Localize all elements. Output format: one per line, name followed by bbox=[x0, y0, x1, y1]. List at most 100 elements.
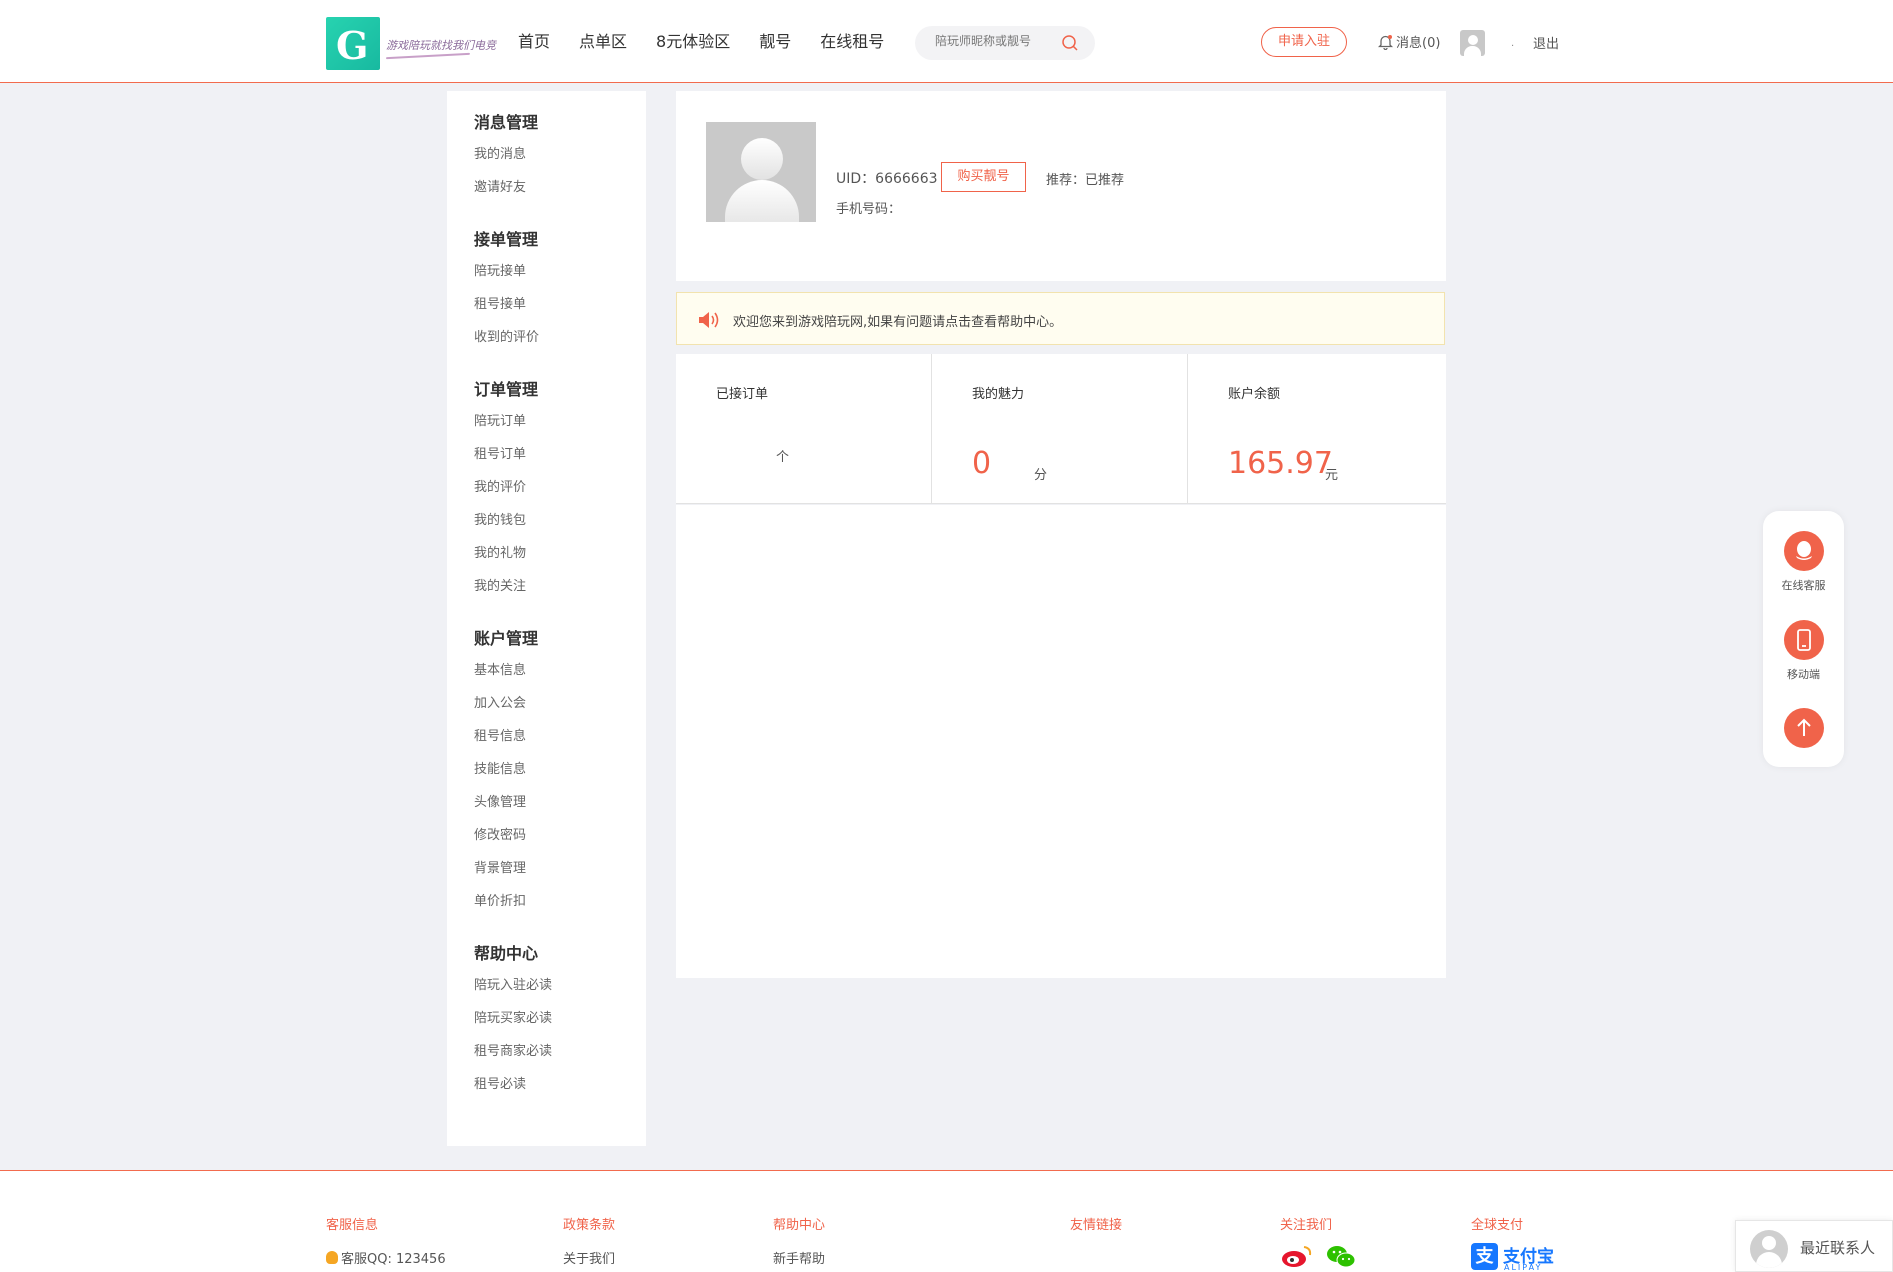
sidebar-group-messages: 消息管理 我的消息 邀请好友 bbox=[474, 111, 538, 210]
nav-premium-id[interactable]: 靓号 bbox=[759, 28, 791, 52]
qq-icon bbox=[1783, 531, 1824, 571]
sidebar-item-invite-friends[interactable]: 邀请好友 bbox=[474, 177, 538, 210]
sidebar-item-avatar-manage[interactable]: 头像管理 bbox=[474, 792, 538, 825]
footer-qq-text: 客服QQ: 123456 bbox=[341, 1252, 446, 1267]
top-header: G 游戏陪玩就找我们电竞 首页 点单区 8元体验区 靓号 在线租号 申请入驻 消… bbox=[0, 0, 1893, 83]
footer-heading-service: 客服信息 bbox=[326, 1218, 379, 1233]
stat-charm: 我的魅力 0 分 bbox=[932, 354, 1188, 504]
sidebar-item-basic-info[interactable]: 基本信息 bbox=[474, 660, 538, 693]
sidebar-item-merchant-guide[interactable]: 租号商家必读 bbox=[474, 1041, 552, 1074]
footer-newbie-help-link[interactable]: 新手帮助 bbox=[773, 1248, 825, 1267]
sidebar-item-my-follows[interactable]: 我的关注 bbox=[474, 576, 538, 609]
stat-unit: 分 bbox=[1034, 468, 1048, 483]
notice-text[interactable]: 欢迎您来到游戏陪玩网,如果有问题请点击查看帮助中心。 bbox=[733, 311, 1062, 330]
main-content-area bbox=[676, 505, 1446, 978]
sidebar-item-join-guild[interactable]: 加入公会 bbox=[474, 693, 538, 726]
messages-link[interactable]: 消息(0) bbox=[1378, 32, 1440, 51]
logo-text: 游戏陪玩就找我们电竞 bbox=[386, 39, 496, 52]
stat-label: 账户余额 bbox=[1228, 387, 1281, 402]
footer-qq-link[interactable]: 客服QQ: 123456 bbox=[326, 1248, 446, 1267]
logout-link[interactable]: 退出 bbox=[1533, 33, 1559, 52]
stat-label: 已接订单 bbox=[716, 387, 769, 402]
sidebar-item-rental-guide[interactable]: 租号必读 bbox=[474, 1074, 552, 1107]
search-input[interactable] bbox=[935, 34, 1055, 48]
sidebar-item-rental-orders[interactable]: 租号订单 bbox=[474, 444, 538, 477]
contact-avatar bbox=[1750, 1230, 1788, 1268]
footer-heading-friend-links: 友情链接 bbox=[1070, 1218, 1123, 1233]
stats-panel: 已接订单 个 我的魅力 0 分 账户余额 165.97 元 bbox=[676, 354, 1446, 504]
uid-text: UID：6666663 bbox=[836, 171, 938, 187]
buy-premium-id-button[interactable]: 购买靓号 bbox=[941, 162, 1026, 192]
nav-home[interactable]: 首页 bbox=[518, 28, 550, 52]
back-to-top-button[interactable] bbox=[1763, 708, 1844, 748]
main-nav: 首页 点单区 8元体验区 靓号 在线租号 bbox=[518, 28, 913, 52]
site-logo[interactable]: G 游戏陪玩就找我们电竞 bbox=[326, 17, 496, 70]
mobile-button[interactable]: 移动端 bbox=[1763, 620, 1844, 682]
stat-label: 我的魅力 bbox=[972, 387, 1025, 402]
sidebar-item-play-orders[interactable]: 陪玩订单 bbox=[474, 411, 538, 444]
stat-balance: 账户余额 165.97 元 bbox=[1188, 354, 1446, 504]
wechat-icon[interactable] bbox=[1325, 1243, 1357, 1269]
sidebar-group-title: 订单管理 bbox=[474, 380, 539, 399]
footer-heading-policy: 政策条款 bbox=[563, 1218, 616, 1233]
sidebar-item-rental-info[interactable]: 租号信息 bbox=[474, 726, 538, 759]
footer-heading-help: 帮助中心 bbox=[773, 1218, 826, 1233]
stat-unit: 元 bbox=[1325, 468, 1339, 483]
profile-card: UID：6666663 购买靓号 推荐：已推荐 手机号码： bbox=[676, 91, 1446, 281]
sidebar-item-play-accept[interactable]: 陪玩接单 bbox=[474, 261, 539, 294]
user-avatar[interactable] bbox=[1460, 30, 1485, 56]
sidebar-item-price-discount[interactable]: 单价折扣 bbox=[474, 891, 538, 924]
recent-contacts-label: 最近联系人 bbox=[1800, 1239, 1876, 1257]
qq-penguin-icon bbox=[326, 1251, 338, 1264]
sidebar-item-my-gifts[interactable]: 我的礼物 bbox=[474, 543, 538, 576]
sidebar-group-title: 账户管理 bbox=[474, 629, 539, 648]
recent-contacts-button[interactable]: 最近联系人 bbox=[1735, 1220, 1893, 1272]
user-center-sidebar: 消息管理 我的消息 邀请好友 接单管理 陪玩接单 租号接单 收到的评价 订单管理… bbox=[447, 91, 646, 1146]
sidebar-item-skill-info[interactable]: 技能信息 bbox=[474, 759, 538, 792]
online-service-button[interactable]: 在线客服 bbox=[1763, 531, 1844, 593]
sidebar-item-my-reviews[interactable]: 我的评价 bbox=[474, 477, 538, 510]
site-footer: 客服信息 客服QQ: 123456 政策条款 关于我们 帮助中心 新手帮助 友情… bbox=[0, 1170, 1893, 1272]
stat-accepted-orders: 已接订单 个 bbox=[676, 354, 932, 504]
sidebar-item-my-wallet[interactable]: 我的钱包 bbox=[474, 510, 538, 543]
bell-icon bbox=[1378, 34, 1393, 50]
sidebar-item-companion-guide[interactable]: 陪玩入驻必读 bbox=[474, 975, 552, 1008]
arrow-up-icon bbox=[1783, 708, 1824, 748]
floating-toolbar: 在线客服 移动端 bbox=[1763, 511, 1844, 767]
phone-number: 手机号码： bbox=[836, 202, 902, 217]
nav-online-rental[interactable]: 在线租号 bbox=[820, 28, 884, 52]
sidebar-group-accept-orders: 接单管理 陪玩接单 租号接单 收到的评价 bbox=[474, 228, 539, 360]
sidebar-item-change-password[interactable]: 修改密码 bbox=[474, 825, 538, 858]
messages-label: 消息(0) bbox=[1396, 36, 1441, 51]
footer-about-link[interactable]: 关于我们 bbox=[563, 1248, 615, 1267]
phone-icon bbox=[1783, 620, 1824, 660]
recommend-status: 推荐：已推荐 bbox=[1046, 173, 1125, 188]
sidebar-group-title: 帮助中心 bbox=[474, 944, 539, 963]
alipay-icon: 支 bbox=[1471, 1243, 1498, 1270]
logo-swoosh bbox=[386, 52, 470, 60]
sidebar-item-background-manage[interactable]: 背景管理 bbox=[474, 858, 538, 891]
sidebar-item-rental-accept[interactable]: 租号接单 bbox=[474, 294, 539, 327]
sidebar-group-orders: 订单管理 陪玩订单 租号订单 我的评价 我的钱包 我的礼物 我的关注 bbox=[474, 378, 538, 609]
weibo-icon[interactable] bbox=[1280, 1243, 1314, 1269]
search-box bbox=[915, 26, 1095, 60]
mobile-label: 移动端 bbox=[1787, 668, 1820, 681]
search-icon[interactable] bbox=[1061, 34, 1079, 52]
sidebar-group-title: 接单管理 bbox=[474, 230, 539, 249]
logo-mark-icon: G bbox=[326, 17, 380, 70]
sidebar-item-received-reviews[interactable]: 收到的评价 bbox=[474, 327, 539, 360]
stat-value: 0 bbox=[972, 446, 992, 481]
sidebar-item-buyer-guide[interactable]: 陪玩买家必读 bbox=[474, 1008, 552, 1041]
welcome-notice: 欢迎您来到游戏陪玩网,如果有问题请点击查看帮助中心。 bbox=[676, 292, 1445, 345]
stat-unit: 个 bbox=[776, 450, 790, 465]
sidebar-item-my-messages[interactable]: 我的消息 bbox=[474, 144, 538, 177]
sidebar-group-title: 消息管理 bbox=[474, 113, 539, 132]
apply-join-button[interactable]: 申请入驻 bbox=[1261, 27, 1347, 57]
alipay-subtext: ALIPAY bbox=[1504, 1263, 1543, 1272]
sidebar-group-account: 账户管理 基本信息 加入公会 租号信息 技能信息 头像管理 修改密码 背景管理 … bbox=[474, 627, 538, 924]
footer-heading-follow: 关注我们 bbox=[1280, 1218, 1333, 1233]
nav-order-zone[interactable]: 点单区 bbox=[579, 28, 627, 52]
footer-heading-payment: 全球支付 bbox=[1471, 1218, 1524, 1233]
username-separator: . bbox=[1511, 38, 1515, 49]
nav-trial-zone[interactable]: 8元体验区 bbox=[656, 28, 730, 52]
